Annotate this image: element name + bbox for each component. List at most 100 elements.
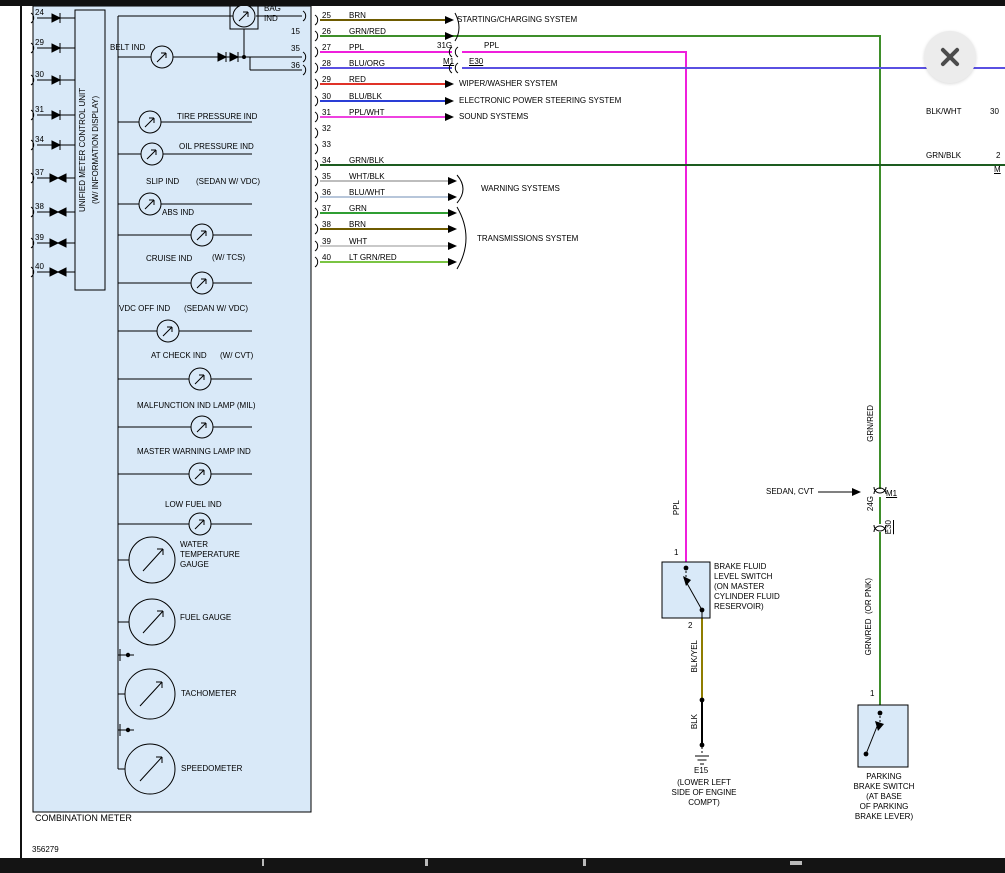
pin-31: 31	[322, 108, 331, 118]
meter-pin-24: 24	[35, 8, 44, 18]
parking-brake-switch-label: PARKING BRAKE SWITCH (AT BASE OF PARKING…	[840, 772, 928, 822]
meter-pin-39: 39	[35, 233, 44, 243]
cruise-ind-note: (W/ TCS)	[212, 253, 245, 263]
bottom-bar-marker	[790, 861, 802, 865]
bag-pin-label: 15	[291, 27, 300, 37]
pin-36: 36	[322, 188, 331, 198]
ppl-wire-label: PPL	[672, 500, 682, 515]
meter-pin-30: 30	[35, 70, 44, 80]
oil-pressure-ind-label: OIL PRESSURE IND	[179, 142, 254, 152]
edge-blkwht-label: BLK/WHT	[926, 107, 962, 117]
low-fuel-lamp-icon	[189, 513, 211, 535]
abs-ind-label: ABS IND	[162, 208, 194, 218]
color-30: BLU/BLK	[349, 92, 382, 102]
color-31: PPL/WHT	[349, 108, 385, 118]
color-28: BLU/ORG	[349, 59, 385, 69]
pin-26: 26	[322, 27, 331, 37]
diagram-canvas	[0, 0, 1005, 873]
pin-25: 25	[322, 11, 331, 21]
wire-27-ppl	[320, 52, 686, 562]
slip-lamp-icon	[139, 193, 161, 215]
grnred-wire-label: GRN/RED	[866, 405, 876, 442]
vdc-off-ind-note: (SEDAN W/ VDC)	[184, 304, 248, 314]
bag-lamp-icon	[233, 5, 255, 27]
blk-wire-label: BLK	[690, 714, 700, 729]
meter-pin-31: 31	[35, 105, 44, 115]
belt-lamp-icon	[151, 46, 173, 68]
pin-37: 37	[322, 204, 331, 214]
connector-wire-ppl: PPL	[484, 41, 499, 51]
bottom-bar-divider	[262, 859, 264, 866]
ground-id-e15: E15	[694, 766, 708, 776]
meter-pin-38: 38	[35, 202, 44, 212]
top-border-bar	[0, 0, 1005, 6]
combination-meter-label: COMBINATION METER	[35, 813, 132, 823]
brake-fluid-pin-1: 1	[674, 548, 678, 558]
color-37: GRN	[349, 204, 367, 214]
bottom-bar-divider	[583, 859, 586, 866]
low-fuel-label: LOW FUEL IND	[165, 500, 222, 510]
brake-fluid-pin-2: 2	[688, 621, 692, 631]
edge-grnblk-pin: 2	[996, 151, 1000, 161]
water-temp-gauge-icon	[129, 537, 175, 583]
ground-location: (LOWER LEFT SIDE OF ENGINE COMPT)	[648, 778, 760, 808]
abs-lamp-icon	[191, 224, 213, 246]
pin-30: 30	[322, 92, 331, 102]
color-36: BLU/WHT	[349, 188, 385, 198]
mil-lamp-icon	[191, 416, 213, 438]
edge-grnblk-label: GRN/BLK	[926, 151, 961, 161]
connector-pin-24g: 24G	[866, 496, 876, 511]
pin-29: 29	[322, 75, 331, 85]
wiring-diagram-page: UNIFIED METER CONTROL UNIT (W/ INFORMATI…	[0, 0, 1005, 873]
at-check-ind-label: AT CHECK IND	[151, 351, 207, 361]
tachometer-label: TACHOMETER	[181, 689, 236, 699]
speedometer-icon	[125, 744, 175, 794]
connector-e30: E30	[469, 57, 483, 67]
water-temp-gauge-label: WATER TEMPERATURE GAUGE	[180, 540, 240, 570]
diagram-number: 356279	[32, 845, 59, 855]
belt-pin-35: 35	[291, 44, 300, 54]
speedometer-label: SPEEDOMETER	[181, 764, 242, 774]
belt-pin-36: 36	[291, 61, 300, 71]
fuel-gauge-label: FUEL GAUGE	[180, 613, 231, 623]
pin-35: 35	[322, 172, 331, 182]
grnred-orpnk-wire-label: GRN/RED (OR PNK)	[864, 578, 874, 655]
pin-39: 39	[322, 237, 331, 247]
color-29: RED	[349, 75, 366, 85]
belt-ind-label: BELT IND	[110, 43, 145, 53]
pin-40: 40	[322, 253, 331, 263]
oil-pressure-lamp-icon	[141, 143, 163, 165]
slip-ind-note: (SEDAN W/ VDC)	[196, 177, 260, 187]
close-button[interactable]	[924, 31, 976, 83]
connector-e30-right: E30	[884, 520, 894, 534]
bottom-bar-divider	[425, 859, 428, 866]
vdc-off-lamp-icon	[157, 320, 179, 342]
edge-grnblk-connector: M	[994, 165, 1001, 175]
connector-m1: M1	[443, 57, 454, 67]
sedan-cvt-note: SEDAN, CVT	[766, 487, 814, 497]
mil-label: MALFUNCTION IND LAMP (MIL)	[137, 401, 256, 411]
meter-pin-34: 34	[35, 135, 44, 145]
dest-warning-systems: WARNING SYSTEMS	[481, 184, 560, 194]
dest-wiper-washer: WIPER/WASHER SYSTEM	[459, 79, 557, 89]
bottom-bar	[0, 858, 1005, 873]
color-25: BRN	[349, 11, 366, 21]
color-27: PPL	[349, 43, 364, 53]
parking-brake-pin-1: 1	[870, 689, 874, 699]
at-check-ind-note: (W/ CVT)	[220, 351, 253, 361]
color-38: BRN	[349, 220, 366, 230]
pin-27: 27	[322, 43, 331, 53]
brake-fluid-switch-label: BRAKE FLUID LEVEL SWITCH (ON MASTER CYLI…	[714, 562, 780, 612]
meter-pin-29: 29	[35, 38, 44, 48]
harness-wires	[320, 20, 1005, 745]
cruise-ind-label: CRUISE IND	[146, 254, 192, 264]
at-check-lamp-icon	[189, 368, 211, 390]
left-border-line	[20, 6, 22, 858]
connector-m1-right: M1	[886, 489, 897, 499]
color-40: LT GRN/RED	[349, 253, 397, 263]
dest-electronic-power-steering: ELECTRONIC POWER STEERING SYSTEM	[459, 96, 621, 106]
tire-pressure-ind-label: TIRE PRESSURE IND	[177, 112, 257, 122]
pin-33: 33	[322, 140, 331, 150]
color-26: GRN/RED	[349, 27, 386, 37]
wire-26-grn-red	[320, 36, 880, 705]
